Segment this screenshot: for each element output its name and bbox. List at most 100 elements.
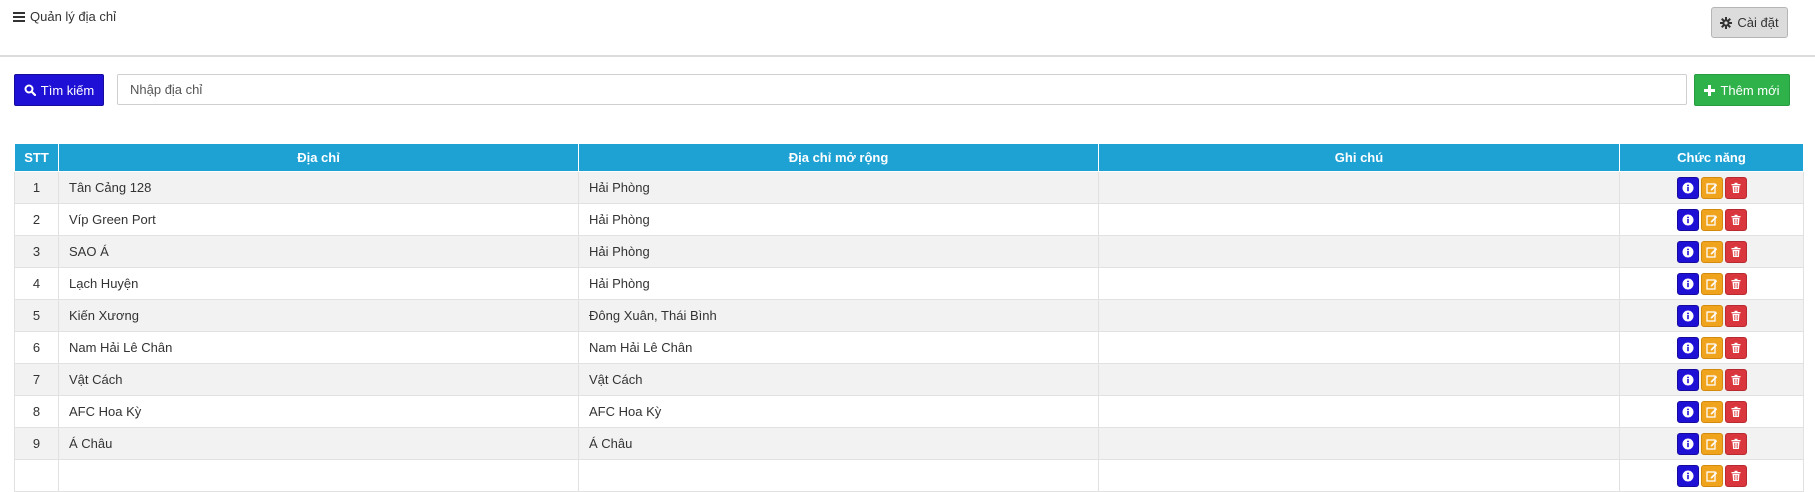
delete-button[interactable] [1724, 368, 1747, 391]
page-title-text: Quản lý địa chỉ [30, 9, 116, 24]
row-stt: 1 [14, 171, 59, 204]
row-stt: 7 [14, 363, 59, 396]
info-icon [1682, 470, 1693, 481]
trash-icon [1731, 246, 1740, 257]
address-search-input[interactable] [117, 74, 1687, 105]
view-details-button[interactable] [1676, 240, 1699, 263]
column-header-extended-address[interactable]: Địa chỉ mở rộng [578, 143, 1099, 172]
row-actions [1619, 235, 1804, 268]
edit-icon [1705, 182, 1717, 194]
row-extended-address: AFC Hoa Kỳ [578, 395, 1099, 428]
row-note [1098, 395, 1620, 428]
row-address: SAO Á [58, 235, 579, 268]
edit-button[interactable] [1700, 432, 1723, 455]
delete-button[interactable] [1724, 272, 1747, 295]
table-row[interactable]: 4 Lạch Huyện Hải Phòng [14, 267, 1804, 300]
edit-button[interactable] [1700, 400, 1723, 423]
edit-button[interactable] [1700, 240, 1723, 263]
table-row[interactable]: 3 SAO Á Hải Phòng [14, 235, 1804, 268]
edit-icon [1705, 278, 1717, 290]
row-actions [1619, 203, 1804, 236]
row-address [58, 459, 579, 492]
view-details-button[interactable] [1676, 272, 1699, 295]
add-new-button[interactable]: Thêm mới [1694, 74, 1790, 106]
table-row[interactable]: 2 Víp Green Port Hải Phòng [14, 203, 1804, 236]
edit-button[interactable] [1700, 304, 1723, 327]
edit-button[interactable] [1700, 272, 1723, 295]
row-stt: 5 [14, 299, 59, 332]
row-extended-address: Á Châu [578, 427, 1099, 460]
row-extended-address: Nam Hải Lê Chân [578, 331, 1099, 364]
row-note [1098, 203, 1620, 236]
edit-button[interactable] [1700, 368, 1723, 391]
trash-icon [1731, 342, 1740, 353]
trash-icon [1731, 438, 1740, 449]
table-row[interactable]: 6 Nam Hải Lê Chân Nam Hải Lê Chân [14, 331, 1804, 364]
table-row[interactable] [14, 459, 1804, 492]
edit-button[interactable] [1700, 336, 1723, 359]
row-stt: 2 [14, 203, 59, 236]
delete-button[interactable] [1724, 400, 1747, 423]
row-note [1098, 459, 1620, 492]
view-details-button[interactable] [1676, 368, 1699, 391]
trash-icon [1731, 182, 1740, 193]
view-details-button[interactable] [1676, 400, 1699, 423]
delete-button[interactable] [1724, 176, 1747, 199]
row-extended-address: Vật Cách [578, 363, 1099, 396]
page-header: Quản lý địa chỉ Cài đặt [0, 0, 1815, 57]
edit-button[interactable] [1700, 176, 1723, 199]
delete-button[interactable] [1724, 464, 1747, 487]
info-icon [1682, 214, 1693, 225]
column-header-stt[interactable]: STT [14, 143, 59, 172]
row-actions [1619, 267, 1804, 300]
row-note [1098, 427, 1620, 460]
column-header-note[interactable]: Ghi chú [1098, 143, 1620, 172]
row-extended-address: Hải Phòng [578, 203, 1099, 236]
edit-icon [1705, 374, 1717, 386]
delete-button[interactable] [1724, 432, 1747, 455]
settings-label: Cài đặt [1737, 15, 1779, 30]
table-row[interactable]: 7 Vật Cách Vật Cách [14, 363, 1804, 396]
view-details-button[interactable] [1676, 336, 1699, 359]
view-details-button[interactable] [1676, 304, 1699, 327]
row-note [1098, 331, 1620, 364]
row-actions [1619, 395, 1804, 428]
delete-button[interactable] [1724, 240, 1747, 263]
view-details-button[interactable] [1676, 432, 1699, 455]
row-address: Lạch Huyện [58, 267, 579, 300]
menu-icon [13, 10, 25, 24]
view-details-button[interactable] [1676, 464, 1699, 487]
edit-icon [1705, 470, 1717, 482]
row-address: Vật Cách [58, 363, 579, 396]
view-details-button[interactable] [1676, 208, 1699, 231]
table-row[interactable]: 9Á Châu Á Châu [14, 427, 1804, 460]
settings-button[interactable]: Cài đặt [1711, 7, 1788, 38]
row-actions [1619, 171, 1804, 204]
row-actions [1619, 363, 1804, 396]
search-button-label: Tìm kiếm [40, 82, 95, 98]
edit-button[interactable] [1700, 208, 1723, 231]
search-button[interactable]: Tìm kiếm [14, 74, 104, 106]
row-extended-address: Đông Xuân, Thái Bình [578, 299, 1099, 332]
info-icon [1682, 406, 1693, 417]
delete-button[interactable] [1724, 336, 1747, 359]
info-icon [1682, 310, 1693, 321]
delete-button[interactable] [1724, 304, 1747, 327]
edit-icon [1705, 310, 1717, 322]
trash-icon [1731, 374, 1740, 385]
row-address: Víp Green Port [58, 203, 579, 236]
row-extended-address: Hải Phòng [578, 267, 1099, 300]
info-icon [1682, 246, 1693, 257]
table-row[interactable]: 8 AFC Hoa Kỳ AFC Hoa Kỳ [14, 395, 1804, 428]
edit-button[interactable] [1700, 464, 1723, 487]
delete-button[interactable] [1724, 208, 1747, 231]
table-row[interactable]: 5 Kiến Xương Đông Xuân, Thái Bình [14, 299, 1804, 332]
row-extended-address [578, 459, 1099, 492]
row-note [1098, 299, 1620, 332]
column-header-actions: Chức năng [1619, 143, 1804, 172]
table-row[interactable]: 1 Tân Cảng 128 Hải Phòng [14, 171, 1804, 204]
row-extended-address: Hải Phòng [578, 235, 1099, 268]
view-details-button[interactable] [1676, 176, 1699, 199]
row-extended-address: Hải Phòng [578, 171, 1099, 204]
column-header-address[interactable]: Địa chỉ [58, 143, 579, 172]
